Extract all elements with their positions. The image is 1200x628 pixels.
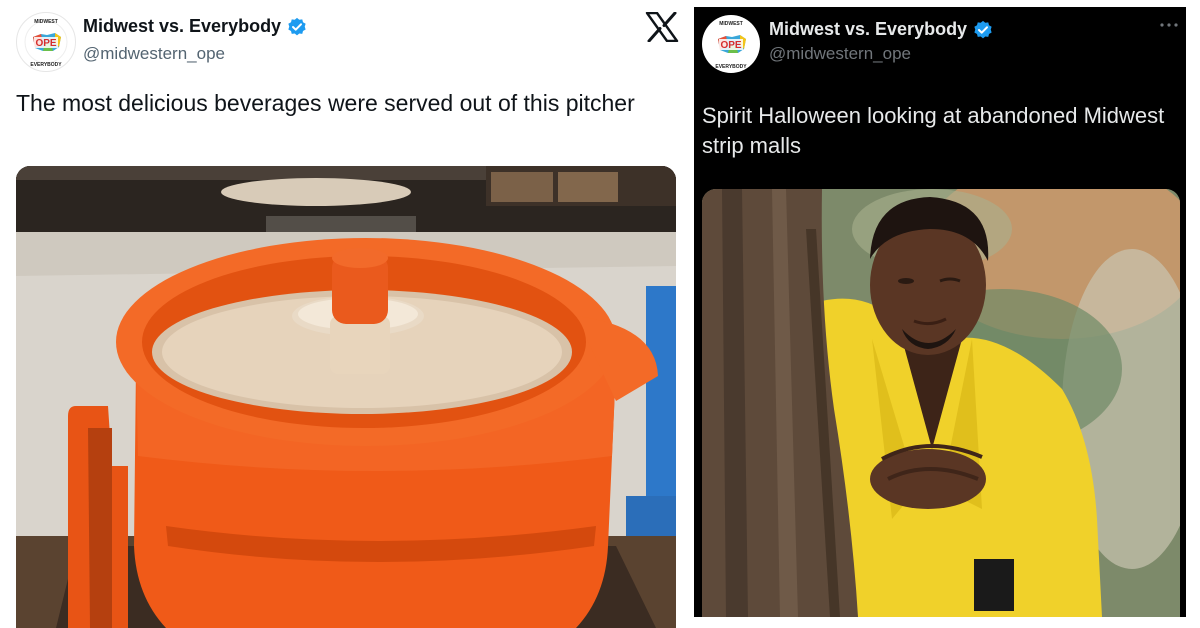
author-name-row[interactable]: Midwest vs. Everybody: [83, 16, 307, 37]
tweet-card-dark-wrapper: OPE MIDWEST EVERYBODY Midwest vs. Everyb…: [694, 0, 1200, 628]
tweet-card-dark: OPE MIDWEST EVERYBODY Midwest vs. Everyb…: [694, 7, 1186, 617]
ope-logo-icon: OPE MIDWEST EVERYBODY: [703, 16, 759, 72]
ope-logo-icon: OPE MIDWEST EVERYBODY: [18, 14, 74, 70]
avatar[interactable]: OPE MIDWEST EVERYBODY: [16, 12, 76, 72]
tweet-card-light: OPE MIDWEST EVERYBODY Midwest vs. Everyb…: [0, 0, 690, 628]
man-behind-tree-photo-icon: [702, 189, 1180, 617]
svg-text:OPE: OPE: [720, 40, 741, 51]
author-name-row[interactable]: Midwest vs. Everybody: [769, 19, 993, 40]
more-dots-icon[interactable]: [1158, 19, 1180, 31]
svg-text:EVERYBODY: EVERYBODY: [715, 64, 747, 70]
display-name[interactable]: Midwest vs. Everybody: [83, 16, 281, 37]
tweet-media-photo[interactable]: [16, 166, 676, 628]
tweet-text: Spirit Halloween looking at abandoned Mi…: [702, 103, 1165, 158]
tweet-text: The most delicious beverages were served…: [16, 90, 635, 116]
orange-pitcher-photo-icon: [16, 166, 676, 628]
avatar[interactable]: OPE MIDWEST EVERYBODY: [702, 15, 760, 73]
svg-text:MIDWEST: MIDWEST: [34, 19, 58, 25]
verified-badge-icon: [974, 20, 992, 38]
tweet-media-photo[interactable]: [702, 189, 1180, 617]
handle[interactable]: @midwestern_ope: [83, 44, 225, 64]
display-name[interactable]: Midwest vs. Everybody: [769, 19, 967, 40]
svg-text:MIDWEST: MIDWEST: [719, 21, 743, 27]
handle[interactable]: @midwestern_ope: [769, 44, 911, 64]
verified-badge-icon: [288, 17, 306, 35]
svg-text:EVERYBODY: EVERYBODY: [30, 62, 62, 68]
x-logo-icon[interactable]: [645, 12, 679, 42]
svg-text:OPE: OPE: [35, 38, 56, 49]
